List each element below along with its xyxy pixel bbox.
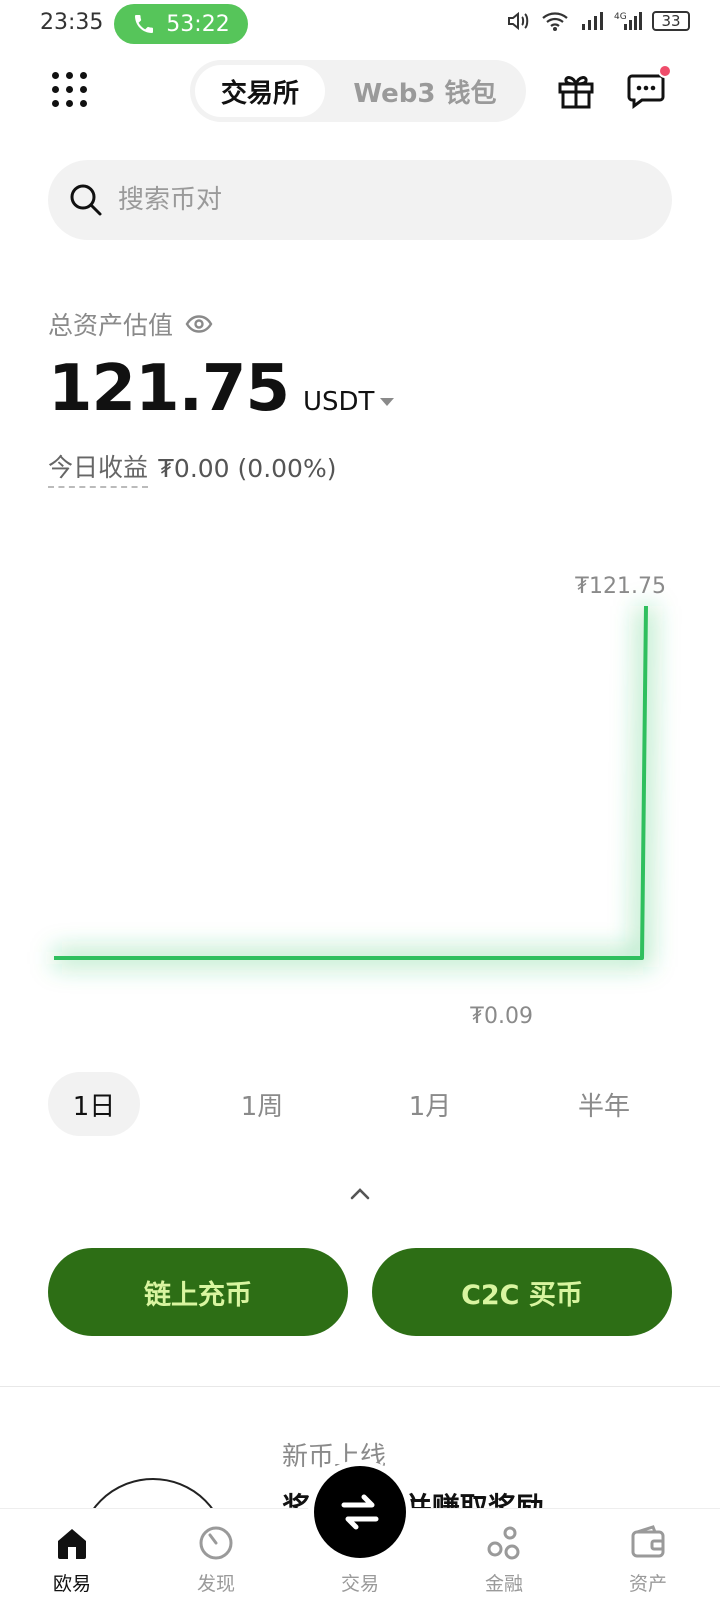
nav-item-home[interactable]: 欧易	[0, 1509, 144, 1612]
search-bar[interactable]	[48, 160, 672, 240]
wallet-icon	[631, 1525, 665, 1558]
signal-icon	[582, 12, 603, 30]
nav-item-discover[interactable]: 发现	[144, 1509, 288, 1612]
search-input[interactable]	[118, 185, 598, 215]
nav-label-finance: 金融	[484, 1573, 523, 1595]
apps-grid-icon[interactable]	[52, 72, 88, 108]
nav-item-assets[interactable]: 资产	[576, 1509, 720, 1612]
chart-series-glow	[54, 605, 655, 967]
asset-value-row: 121.75 USDT	[48, 352, 395, 426]
asset-label-row: 总资产估值	[48, 306, 213, 342]
total-asset-value: 121.75	[48, 352, 290, 426]
onchain-deposit-button[interactable]: 链上充币	[48, 1248, 348, 1336]
finance-icon	[487, 1526, 520, 1560]
gift-icon[interactable]	[556, 70, 596, 110]
search-icon	[70, 184, 102, 216]
chart-min-label: ₮0.09	[470, 1004, 533, 1029]
today-pnl-value: ₮0.00 (0.00%)	[158, 453, 337, 483]
mode-switcher: 交易所 Web3 钱包	[190, 60, 526, 122]
notification-dot	[658, 64, 672, 78]
trade-fab-button[interactable]	[314, 1466, 406, 1558]
today-pnl-row: 今日收益 ₮0.00 (0.00%)	[48, 448, 336, 488]
discover-icon	[199, 1526, 233, 1560]
currency-unit: USDT	[302, 387, 375, 417]
home-icon	[58, 1529, 86, 1559]
signal-4g-icon: 4G	[614, 12, 642, 30]
status-clock: 23:35	[40, 10, 104, 35]
nav-label-trade: 交易	[340, 1573, 379, 1595]
today-pnl-label[interactable]: 今日收益	[48, 448, 149, 488]
ongoing-call-pill[interactable]: 53:22	[114, 4, 248, 44]
period-tab-6m[interactable]: 半年	[558, 1072, 650, 1136]
nav-item-finance[interactable]: 金融	[432, 1509, 576, 1612]
messages-button[interactable]	[626, 64, 672, 110]
system-icons: 4G 33	[506, 10, 690, 32]
wifi-icon	[542, 12, 568, 31]
currency-selector[interactable]: USDT	[302, 387, 395, 417]
swap-arrows-icon	[341, 1494, 379, 1530]
c2c-buy-button[interactable]: C2C 买币	[372, 1248, 672, 1336]
period-tab-1m[interactable]: 1月	[384, 1072, 476, 1136]
chart-series-line	[54, 605, 648, 960]
period-tab-1w[interactable]: 1周	[216, 1072, 308, 1136]
total-asset-label: 总资产估值	[48, 311, 174, 340]
tab-exchange[interactable]: 交易所	[195, 65, 325, 117]
nav-label-assets: 资产	[628, 1573, 667, 1595]
eye-icon[interactable]	[185, 314, 213, 334]
caret-down-icon	[380, 398, 395, 406]
asset-chart[interactable]	[0, 560, 720, 1020]
phone-icon	[135, 15, 154, 33]
nav-label-discover: 发现	[196, 1573, 235, 1595]
volume-icon	[508, 11, 529, 31]
svg-text:4G: 4G	[614, 12, 627, 22]
section-divider	[0, 1386, 720, 1387]
chart-max-label: ₮121.75	[575, 574, 666, 599]
top-header: 交易所 Web3 钱包	[0, 58, 720, 122]
call-duration: 53:22	[166, 11, 230, 37]
nav-label-home: 欧易	[52, 1573, 91, 1595]
battery-icon: 33	[652, 11, 690, 31]
period-tab-1d[interactable]: 1日	[48, 1072, 140, 1136]
chevron-up-icon[interactable]	[350, 1186, 370, 1200]
tab-web3-wallet[interactable]: Web3 钱包	[330, 65, 520, 117]
status-bar: 23:35 53:22 4G 33	[0, 0, 720, 50]
period-tabs: 1日 1周 1月 半年	[48, 1072, 672, 1136]
